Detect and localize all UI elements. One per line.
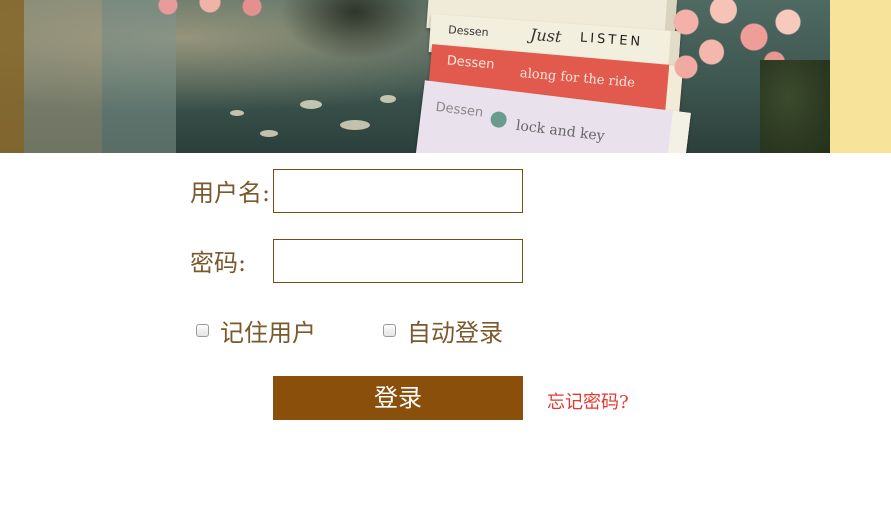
sunlight-spot: [230, 110, 244, 116]
header-banner: Dessen Just LISTEN Dessen along for the …: [0, 0, 891, 153]
auto-login-label[interactable]: 自动登录: [407, 313, 503, 348]
book-emblem-icon: [489, 110, 508, 129]
password-input[interactable]: [273, 239, 523, 283]
book-title: lock and key: [515, 117, 606, 145]
banner-photo-strip: [0, 0, 24, 153]
flowers-decoration: [140, 0, 280, 20]
book-title: LISTEN: [579, 30, 644, 50]
sunlight-spot: [300, 100, 322, 109]
sunlight-spot: [380, 95, 396, 103]
login-button[interactable]: 登录: [273, 376, 523, 420]
sunlight-spot: [260, 130, 278, 137]
remember-user-label[interactable]: 记住用户: [220, 313, 316, 348]
banner-photo-strip: [24, 0, 102, 153]
username-label: 用户名:: [190, 179, 271, 207]
login-form: 用户名: 密码: 记住用户 自动登录 登录 忘记密码?: [0, 153, 891, 530]
password-label: 密码:: [190, 249, 247, 277]
forgot-password-link[interactable]: 忘记密码?: [547, 388, 629, 414]
auto-login-checkbox[interactable]: [383, 324, 396, 337]
banner-photo: Dessen Just LISTEN Dessen along for the …: [0, 0, 830, 153]
banner-photo-strip: [102, 0, 176, 153]
auto-login-option[interactable]: 自动登录: [383, 313, 503, 348]
leaves-decoration: [760, 60, 830, 153]
book-title: Just: [529, 25, 563, 47]
book-author: Dessen: [447, 23, 490, 40]
book-title: along for the ride: [519, 65, 636, 91]
remember-user-checkbox[interactable]: [196, 324, 209, 337]
remember-user-option[interactable]: 记住用户: [196, 313, 316, 348]
sunlight-spot: [340, 120, 370, 130]
username-input[interactable]: [273, 169, 523, 213]
shadow-decoration: [280, 0, 430, 60]
book-author: Dessen: [446, 53, 496, 73]
book-author: Dessen: [434, 99, 485, 121]
